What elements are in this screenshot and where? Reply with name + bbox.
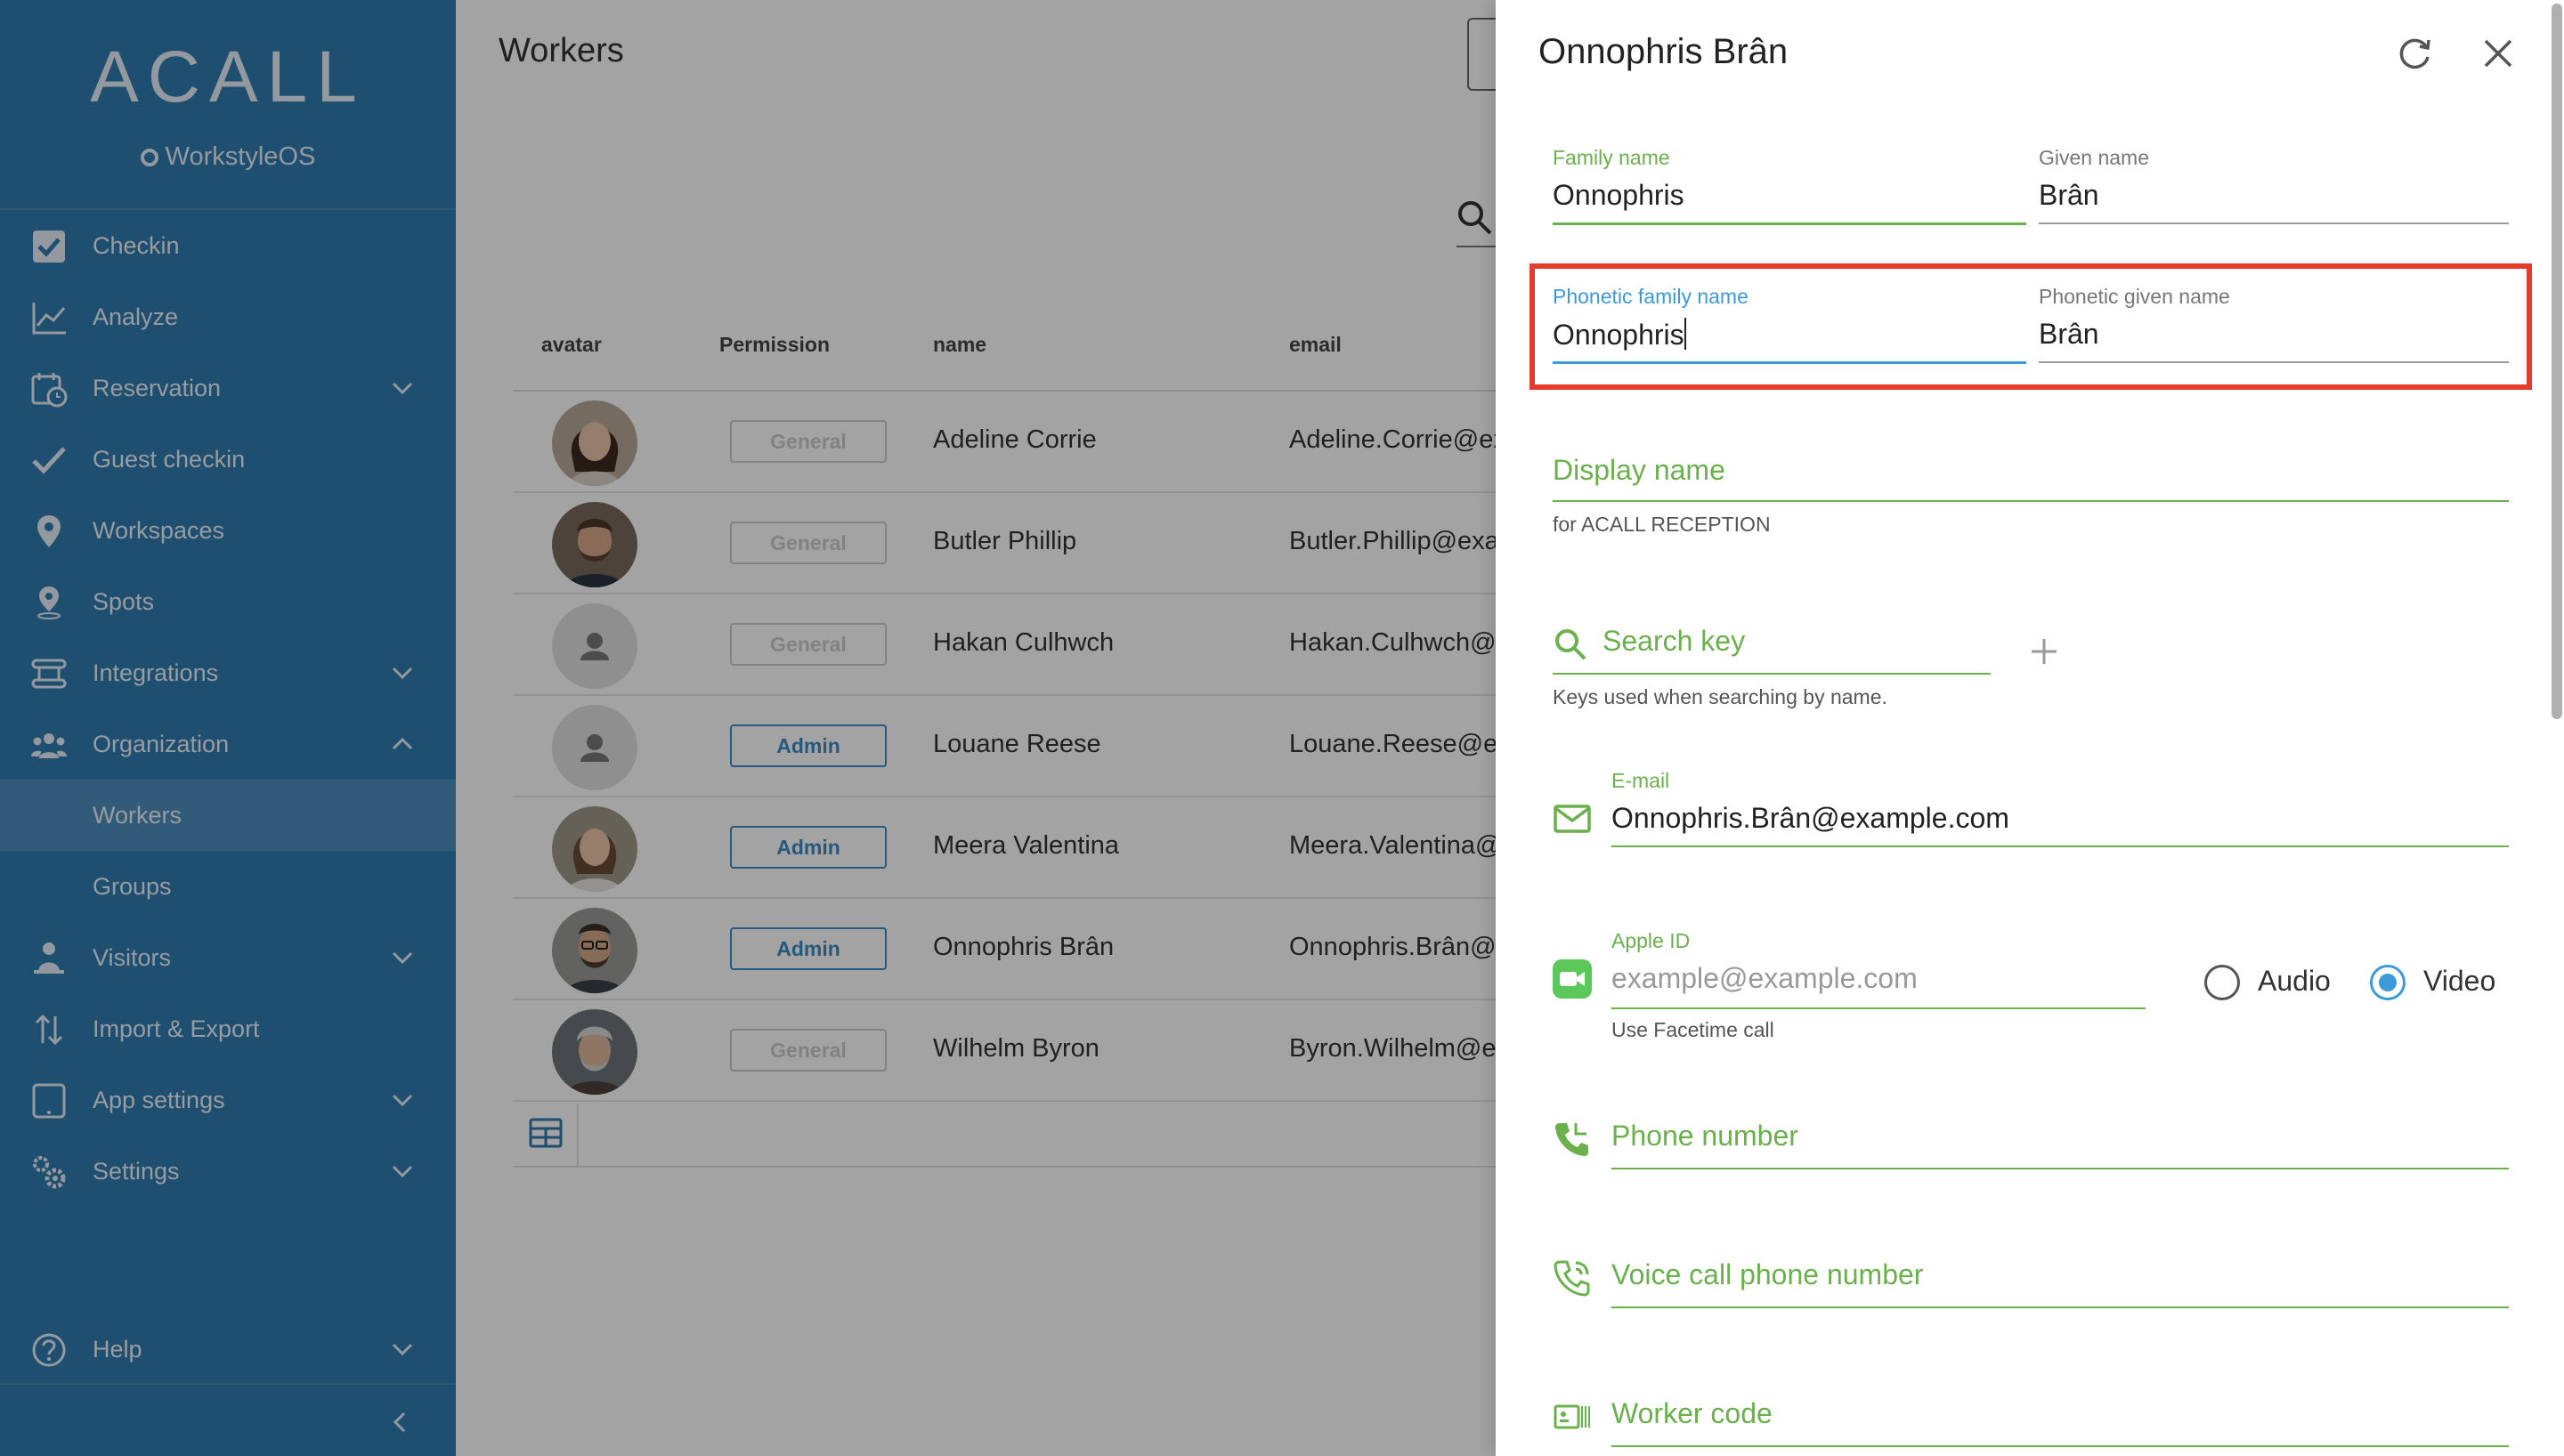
refresh-icon[interactable] <box>2393 32 2436 75</box>
phonetic-name-highlight-box <box>1529 263 2532 390</box>
search-key-field[interactable]: Search key <box>1553 625 1991 675</box>
scrollbar-thumb[interactable] <box>2552 4 2562 719</box>
phone-number-field[interactable]: Phone number <box>1611 1120 2509 1169</box>
add-search-key-button[interactable] <box>2028 635 2060 667</box>
voice-call-phone-field[interactable]: Voice call phone number <box>1611 1258 2509 1308</box>
mail-icon <box>1554 805 1591 833</box>
video-radio-label[interactable]: Video <box>2423 965 2495 998</box>
apple-id-help: Use Facetime call <box>1611 1018 1774 1041</box>
worker-code-field[interactable]: Worker code <box>1611 1397 2509 1447</box>
audio-radio[interactable] <box>2204 965 2240 1000</box>
audio-radio-label[interactable]: Audio <box>2258 965 2331 998</box>
email-field[interactable]: E-mail Onnophris.Brân@example.com <box>1611 769 2509 849</box>
apple-id-field[interactable]: Apple ID example@example.com <box>1611 929 2146 1011</box>
close-icon[interactable] <box>2477 32 2519 75</box>
search-key-help: Keys used when searching by name. <box>1553 685 1887 708</box>
given-name-field[interactable]: Given name Brân <box>2039 146 2509 226</box>
worker-code-icon <box>1554 1404 1590 1429</box>
voice-call-icon <box>1554 1260 1590 1297</box>
display-name-field[interactable]: Display name <box>1553 454 2509 504</box>
family-name-field[interactable]: Family name Onnophris <box>1553 146 2026 226</box>
panel-title: Onnophris Brân <box>1538 32 1789 71</box>
facetime-icon <box>1553 959 1592 999</box>
phone-icon <box>1555 1123 1588 1156</box>
worker-edit-panel: Onnophris Brân Family name Onnophris Giv… <box>1496 0 2564 1456</box>
display-name-help: for ACALL RECEPTION <box>1553 513 1771 536</box>
modal-backdrop[interactable] <box>0 0 1496 1456</box>
search-icon <box>1555 629 1586 660</box>
video-radio[interactable] <box>2370 965 2406 1000</box>
